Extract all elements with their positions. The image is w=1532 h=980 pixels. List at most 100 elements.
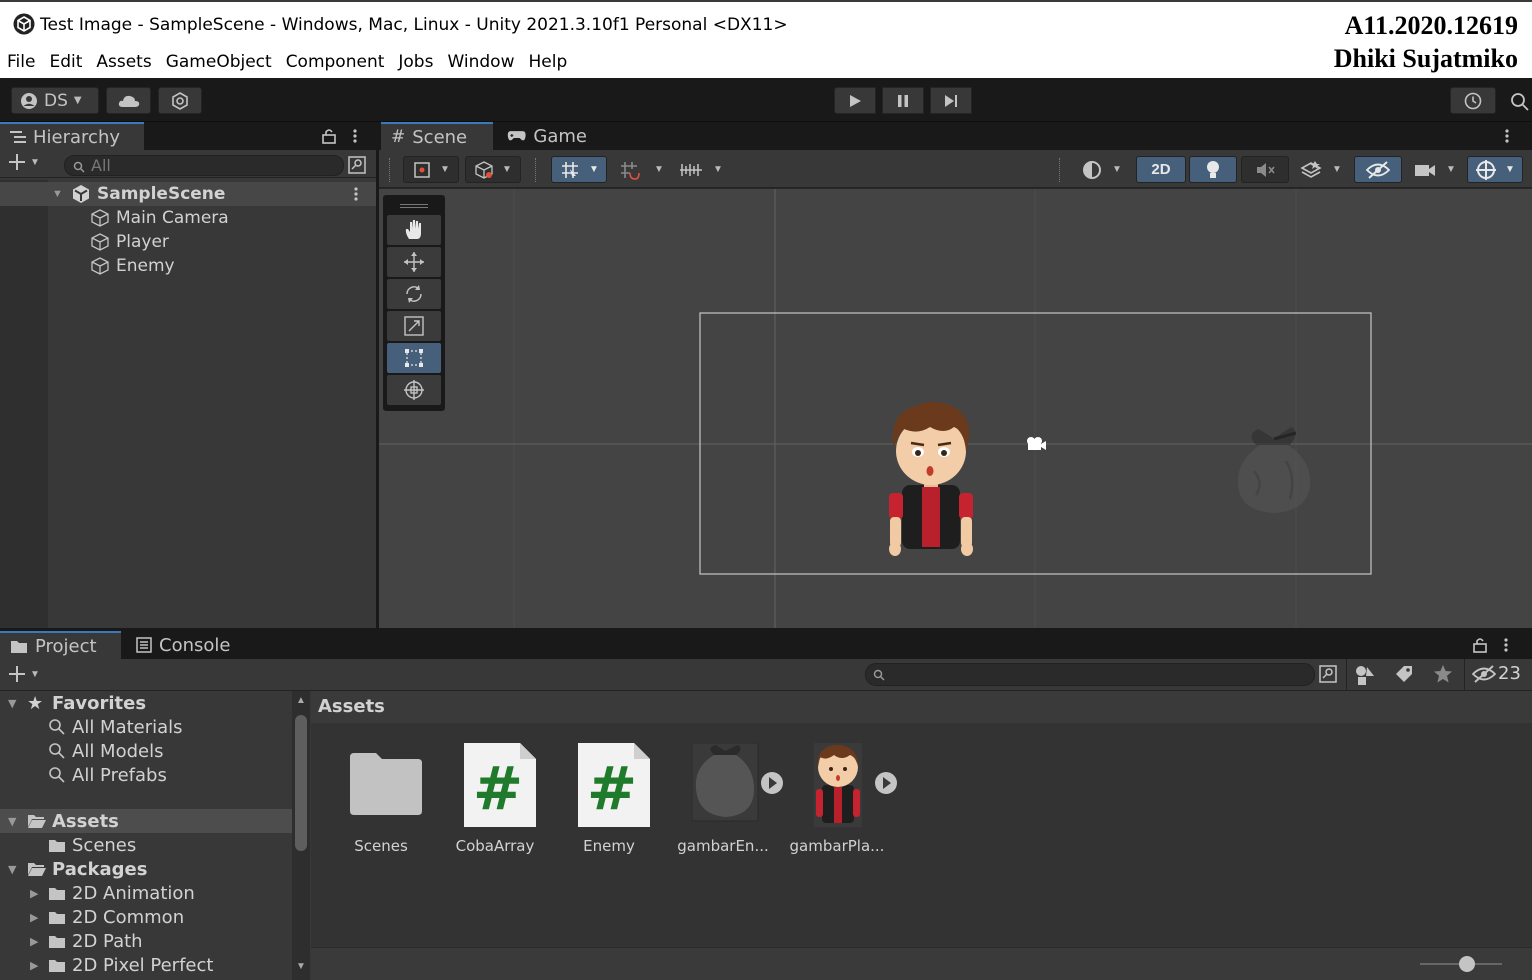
menu-assets[interactable]: Assets [89, 50, 158, 76]
scene-viewport[interactable] [379, 189, 1532, 628]
palette-grip[interactable] [400, 204, 428, 208]
tab-game[interactable]: Game [497, 122, 597, 150]
lock-icon[interactable] [321, 128, 337, 144]
player-sprite[interactable] [884, 401, 979, 559]
menu-jobs[interactable]: Jobs [391, 50, 440, 76]
tree-folder-item[interactable]: Scenes [0, 833, 292, 857]
undo-history-button[interactable] [1450, 87, 1496, 114]
menu-edit[interactable]: Edit [42, 50, 89, 76]
scroll-up-icon[interactable]: ▲ [296, 695, 306, 706]
menu-help[interactable]: Help [521, 50, 574, 76]
draw-mode-dropdown[interactable]: ▼ [1074, 156, 1130, 183]
tree-assets[interactable]: ▼ Assets [0, 809, 292, 833]
tree-package-item[interactable]: ▶ 2D Animation [0, 881, 292, 905]
chevron-down-icon[interactable]: ▼ [8, 863, 16, 876]
grid-snapping-toggle[interactable]: ▼ [551, 156, 607, 183]
menu-bar: File Edit Assets GameObject Component Jo… [0, 50, 574, 76]
chevron-right-icon[interactable]: ▶ [30, 911, 38, 924]
tree-label: Favorites [52, 692, 147, 714]
rotate-tool-button[interactable] [387, 279, 441, 309]
tool-handle-rotation-dropdown[interactable]: ▼ [465, 156, 521, 183]
expand-arrow-icon[interactable] [874, 771, 898, 795]
audio-toggle[interactable] [1241, 156, 1289, 183]
scene-tool-palette [383, 195, 445, 411]
hierarchy-item-main-camera[interactable]: Main Camera [90, 206, 229, 230]
search-icon[interactable] [1510, 92, 1530, 112]
kebab-menu-icon[interactable] [1502, 128, 1512, 144]
search-by-type-icon[interactable] [347, 155, 367, 175]
label-tag-icon[interactable] [1394, 664, 1414, 684]
scroll-thumb[interactable] [295, 715, 307, 851]
menu-file[interactable]: File [0, 50, 42, 76]
hierarchy-search-input[interactable]: All [64, 155, 344, 176]
tab-project[interactable]: Project [0, 631, 121, 659]
menu-gameobject[interactable]: GameObject [159, 50, 279, 76]
folder-icon [49, 887, 65, 900]
tree-favorite-item[interactable]: All Prefabs [0, 763, 292, 787]
scroll-down-icon[interactable]: ▼ [296, 961, 306, 972]
toolbar-grip [535, 158, 537, 182]
tree-favorite-item[interactable]: All Models [0, 739, 292, 763]
tab-hierarchy[interactable]: Hierarchy [0, 122, 144, 150]
hand-tool-button[interactable] [387, 215, 441, 245]
tool-handle-position-dropdown[interactable]: ▼ [403, 156, 459, 183]
cloud-button[interactable] [106, 87, 151, 114]
star-icon[interactable] [1433, 664, 1453, 684]
tab-scene[interactable]: # Scene [381, 122, 493, 150]
expand-arrow-icon[interactable] [760, 771, 784, 795]
tree-packages[interactable]: ▼ Packages [0, 857, 292, 881]
search-by-type-icon[interactable] [1318, 664, 1338, 684]
hierarchy-item-player[interactable]: Player [90, 230, 169, 254]
account-dropdown[interactable]: DS ▼ [11, 87, 99, 114]
incremental-snap-dropdown[interactable]: ▼ [615, 156, 667, 183]
collab-button[interactable] [158, 87, 202, 114]
chevron-right-icon[interactable]: ▶ [30, 887, 38, 900]
scene-camera-dropdown[interactable]: ▼ [1407, 156, 1463, 183]
2d-mode-toggle[interactable]: 2D [1136, 156, 1186, 183]
menu-window[interactable]: Window [440, 50, 521, 76]
chevron-right-icon[interactable]: ▶ [30, 935, 38, 948]
tab-console[interactable]: Console [126, 631, 246, 659]
pause-button[interactable] [882, 87, 924, 114]
window-titlebar: Test Image - SampleScene - Windows, Mac,… [0, 0, 1532, 78]
scene-row[interactable]: ▼ SampleScene [0, 182, 376, 206]
scale-icon [404, 316, 424, 336]
ruler-snap-dropdown[interactable]: ▼ [673, 156, 729, 183]
effects-dropdown[interactable]: ▼ [1293, 156, 1349, 183]
transform-tool-button[interactable] [387, 375, 441, 405]
hierarchy-item-enemy[interactable]: Enemy [90, 254, 175, 278]
create-dropdown[interactable]: ▼ [8, 665, 40, 683]
icon-size-slider-thumb[interactable] [1459, 956, 1475, 972]
kebab-menu-icon[interactable] [351, 186, 361, 202]
scale-tool-button[interactable] [387, 311, 441, 341]
chevron-right-icon[interactable]: ▶ [30, 959, 38, 972]
enemy-sprite[interactable] [1234, 425, 1314, 517]
kebab-menu-icon[interactable] [1501, 637, 1511, 653]
scene-tabbar: # Scene Game [379, 122, 1532, 150]
lighting-toggle[interactable] [1189, 156, 1237, 183]
hidden-packages-toggle[interactable]: 23 [1472, 663, 1521, 684]
gizmos-dropdown[interactable]: ▼ [1467, 156, 1523, 183]
scene-visibility-toggle[interactable] [1354, 156, 1402, 183]
rect-tool-button[interactable] [387, 343, 441, 373]
lock-icon[interactable] [1472, 637, 1488, 653]
chevron-down-icon[interactable]: ▼ [8, 697, 16, 710]
camera-gizmo-icon[interactable] [1025, 436, 1047, 452]
tree-package-item[interactable]: ▶ 2D Pixel Perfect [0, 953, 292, 977]
move-tool-button[interactable] [387, 247, 441, 277]
tree-package-item[interactable]: ▶ 2D Common [0, 905, 292, 929]
tree-scrollbar[interactable]: ▲ ▼ [292, 691, 310, 980]
menu-component[interactable]: Component [279, 50, 392, 76]
kebab-menu-icon[interactable] [350, 128, 360, 144]
step-button[interactable] [930, 87, 972, 114]
create-dropdown[interactable]: ▼ [8, 153, 40, 171]
tree-favorites[interactable]: ▼ ★ Favorites [0, 691, 292, 715]
filter-by-type-icon[interactable] [1354, 664, 1376, 686]
chevron-down-icon[interactable]: ▼ [52, 188, 63, 200]
project-search-input[interactable] [865, 663, 1315, 686]
tree-package-item[interactable]: ▶ 2D Path [0, 929, 292, 953]
chevron-down-icon[interactable]: ▼ [8, 815, 16, 828]
assets-breadcrumb[interactable]: Assets [311, 691, 1532, 723]
play-button[interactable] [834, 87, 876, 114]
tree-favorite-item[interactable]: All Materials [0, 715, 292, 739]
